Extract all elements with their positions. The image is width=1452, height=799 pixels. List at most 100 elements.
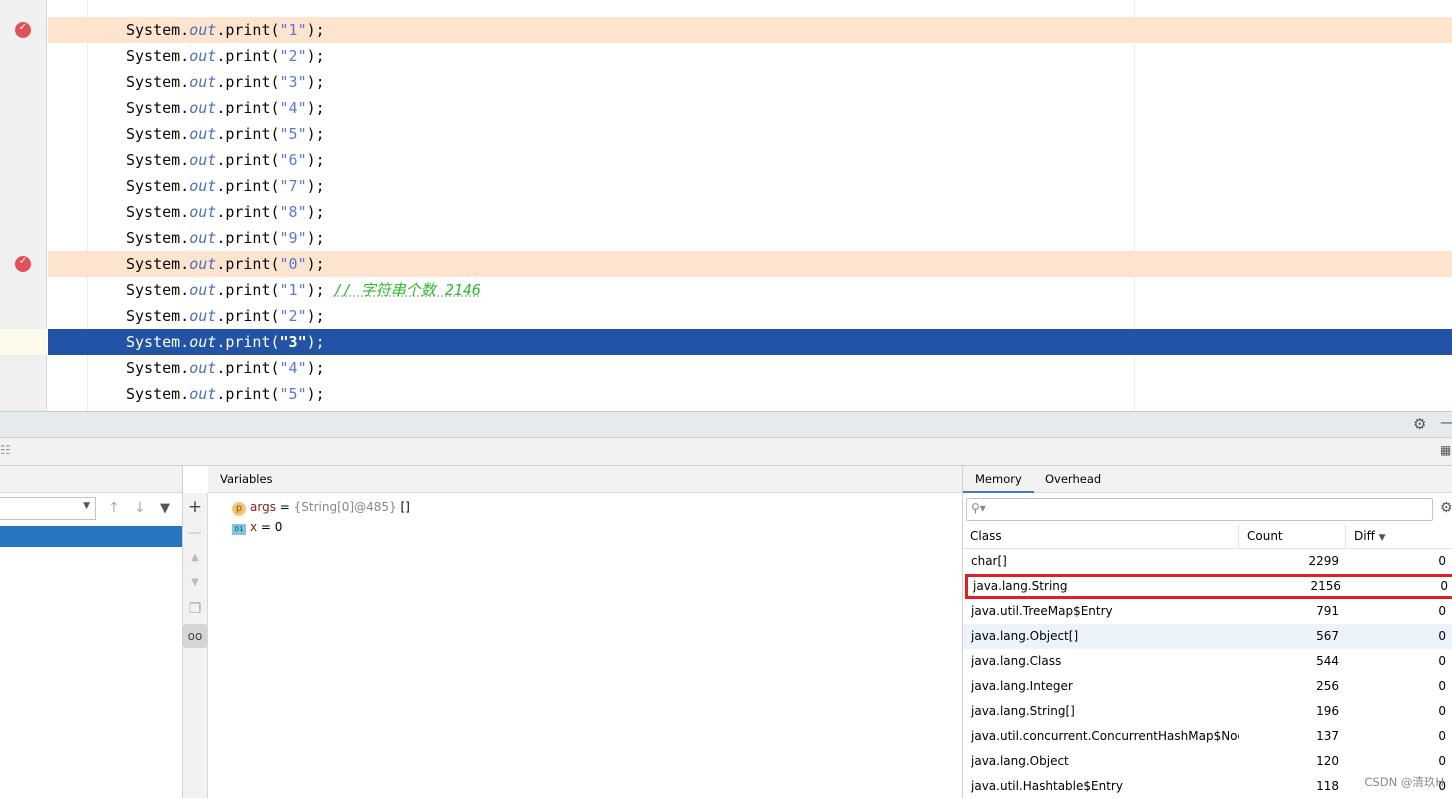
layout-settings-icon[interactable]: ▦	[1440, 443, 1451, 457]
variable-equals: =	[275, 500, 294, 514]
code-prefix: System.	[126, 307, 190, 325]
instance-count: 120	[1316, 754, 1339, 768]
code-line[interactable]: System.out.print("5");	[48, 121, 1452, 147]
variable-item[interactable]: p args = {String[0]@485} []	[232, 497, 410, 517]
code-method: .print(	[216, 333, 280, 351]
code-line[interactable]: System.out.print("0");	[48, 251, 1452, 277]
code-string: "4"	[279, 99, 307, 117]
thread-selector-dropdown[interactable]: ▼	[0, 497, 96, 520]
table-row[interactable]: java.util.concurrent.ConcurrentHashMap$N…	[963, 724, 1452, 749]
filter-icon[interactable]: ▼	[160, 501, 170, 516]
code-suffix: );	[306, 73, 325, 91]
code-line[interactable]: System.out.print("4");	[48, 355, 1452, 381]
remove-watch-icon[interactable]: —	[183, 521, 207, 545]
table-row[interactable]: java.lang.Object[] 567 0	[963, 624, 1452, 649]
code-field: out	[189, 99, 217, 117]
code-suffix: );	[306, 177, 325, 195]
code-line[interactable]: System.out.print("9");	[48, 225, 1452, 251]
code-line[interactable]: System.out.print("4");	[48, 95, 1452, 121]
diff-value: 0	[1440, 579, 1448, 593]
settings-gear-icon[interactable]: ⚙	[1413, 415, 1426, 433]
code-prefix: System.	[126, 255, 190, 273]
code-line[interactable]: System.out.print("5");	[48, 381, 1452, 407]
code-method: .print(	[216, 177, 280, 195]
table-row[interactable]: java.lang.Class 544 0	[963, 649, 1452, 674]
copy-icon[interactable]: ❐	[183, 597, 207, 621]
instance-count: 118	[1316, 779, 1339, 793]
breakpoint-icon[interactable]: ✓	[15, 256, 31, 272]
table-row[interactable]: java.lang.Integer 256 0	[963, 674, 1452, 699]
instance-count: 137	[1316, 729, 1339, 743]
code-method: .print(	[216, 151, 280, 169]
debug-toolbar: ☷ ▦	[0, 438, 1452, 466]
code-suffix: );	[306, 333, 325, 351]
tab-memory[interactable]: Memory	[963, 466, 1034, 493]
class-name: java.lang.Object	[971, 754, 1069, 768]
settings-gear-icon[interactable]: ⚙	[1440, 500, 1452, 516]
arrow-up-icon[interactable]: ↑	[108, 500, 120, 516]
code-editor[interactable]: System.out.print("1"); System.out.print("…	[0, 0, 1452, 411]
code-field: out	[189, 47, 217, 65]
column-class[interactable]: Class	[970, 529, 1002, 543]
code-field: out	[189, 203, 217, 221]
table-row[interactable]: java.lang.Object 120 0	[963, 749, 1452, 774]
table-row[interactable]: char[] 2299 0	[963, 549, 1452, 574]
code-suffix: );	[306, 229, 325, 247]
code-string: "4"	[279, 359, 307, 377]
variable-name: args	[250, 500, 276, 514]
diff-value: 0	[1438, 554, 1446, 568]
layout-icon[interactable]: ☷	[0, 443, 11, 457]
code-suffix: );	[306, 151, 325, 169]
move-down-icon[interactable]: ▼	[183, 571, 207, 595]
diff-value: 0	[1438, 629, 1446, 643]
column-count[interactable]: Count	[1238, 524, 1291, 549]
code-string: "3"	[279, 73, 307, 91]
code-string: "3"	[279, 333, 307, 351]
code-string: "2"	[279, 307, 307, 325]
arrow-down-icon[interactable]: ↓	[134, 500, 146, 516]
code-line[interactable]: System.out.print("8");	[48, 199, 1452, 225]
variable-item[interactable]: 01 x = 0	[232, 517, 282, 537]
code-line[interactable]: System.out.print("6");	[48, 147, 1452, 173]
variables-header: Variables	[208, 466, 962, 493]
add-watch-icon[interactable]: +	[183, 495, 207, 519]
code-field: out	[189, 229, 217, 247]
code-comment: // 字符串个数 2146	[333, 281, 481, 299]
variable-type-icon: 01	[232, 524, 246, 535]
move-up-icon[interactable]: ▲	[183, 546, 207, 570]
variables-toolbar: + — ▲ ▼ ❐ oo	[183, 493, 208, 798]
breakpoint-icon[interactable]: ✓	[15, 22, 31, 38]
code-line[interactable]: System.out.print("1");	[48, 17, 1452, 43]
tab-overhead[interactable]: Overhead	[1033, 466, 1113, 493]
code-string: "9"	[279, 229, 307, 247]
diff-value: 0	[1438, 654, 1446, 668]
code-field: out	[189, 73, 217, 91]
class-search-input[interactable]: ⚲▾	[966, 498, 1433, 521]
code-field: out	[189, 125, 217, 143]
code-string: "5"	[279, 385, 307, 403]
code-line[interactable]: System.out.print("3");	[48, 329, 1452, 355]
selected-frame[interactable]	[0, 526, 182, 547]
class-name: java.lang.Class	[971, 654, 1062, 668]
diff-value: 0	[1438, 604, 1446, 618]
column-diff[interactable]: Diff ▼	[1345, 524, 1394, 549]
code-prefix: System.	[126, 151, 190, 169]
code-field: out	[189, 385, 217, 403]
code-line[interactable]: System.out.print("7");	[48, 173, 1452, 199]
code-string: "6"	[279, 151, 307, 169]
watches-glasses-icon[interactable]: oo	[183, 624, 207, 648]
table-row[interactable]: java.lang.String 2156 0	[965, 574, 1452, 599]
diff-value: 0	[1438, 754, 1446, 768]
minimize-icon[interactable]: —	[1440, 413, 1452, 431]
code-line[interactable]: System.out.print("3");	[48, 69, 1452, 95]
code-line[interactable]: System.out.print("2");	[48, 303, 1452, 329]
code-suffix: );	[306, 385, 325, 403]
table-row[interactable]: java.util.TreeMap$Entry 791 0	[963, 599, 1452, 624]
code-suffix: );	[306, 21, 325, 39]
chevron-down-icon: ▼	[83, 501, 90, 511]
table-row[interactable]: java.lang.String[] 196 0	[963, 699, 1452, 724]
code-method: .print(	[216, 47, 280, 65]
code-line[interactable]: System.out.print("1"); // 字符串个数 2146	[48, 277, 1452, 303]
instance-count: 2156	[1310, 579, 1341, 593]
code-line[interactable]: System.out.print("2");	[48, 43, 1452, 69]
